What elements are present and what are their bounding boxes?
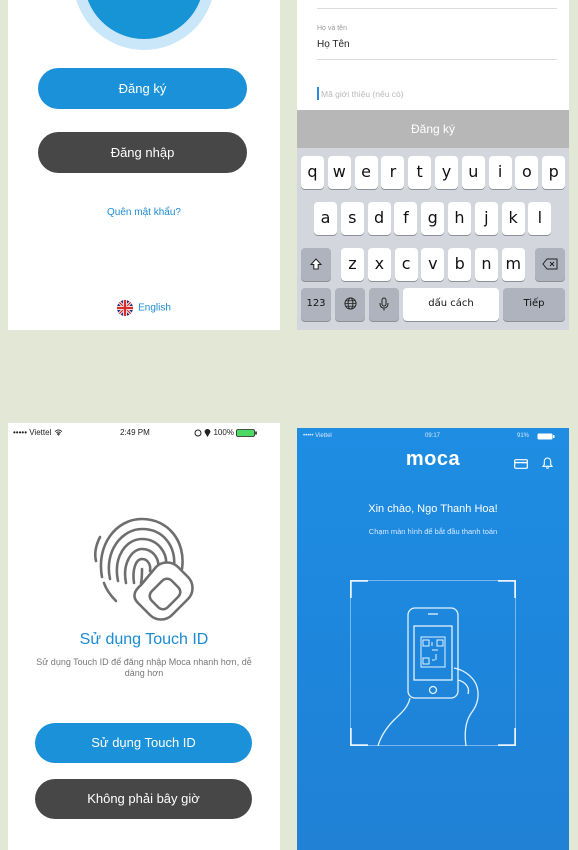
key-h[interactable]: h xyxy=(448,202,471,235)
battery-icon xyxy=(537,433,555,440)
key-v[interactable]: v xyxy=(421,248,445,281)
battery-area: 100% xyxy=(194,428,258,437)
clock-label: 09:17 xyxy=(425,433,441,439)
key-l[interactable]: l xyxy=(528,202,552,235)
register-submit-button[interactable]: Đăng ký xyxy=(297,110,569,148)
app-logo-circle xyxy=(73,0,215,50)
key-e[interactable]: e xyxy=(354,156,378,189)
phone-qr-illustration xyxy=(377,607,479,746)
key-j[interactable]: j xyxy=(474,202,498,235)
key-d[interactable]: d xyxy=(367,202,391,235)
touch-id-title: Sử dụng Touch ID xyxy=(79,631,209,648)
key-z[interactable]: z xyxy=(341,248,364,281)
globe-key[interactable] xyxy=(335,288,365,321)
microphone-key[interactable] xyxy=(369,288,399,321)
key-r[interactable]: r xyxy=(381,156,405,189)
next-key[interactable]: Tiếp xyxy=(503,288,565,321)
shift-icon xyxy=(309,258,323,270)
key-q[interactable]: q xyxy=(301,156,324,189)
key-n[interactable]: n xyxy=(475,248,498,281)
key-s[interactable]: s xyxy=(340,202,364,235)
battery-label: 91% xyxy=(517,433,530,439)
register-screen: Họ và tên Họ Tên Mã giới thiệu (nếu có) … xyxy=(297,0,569,330)
key-w[interactable]: w xyxy=(327,156,351,189)
language-label: English xyxy=(138,302,171,314)
forgot-password-link[interactable]: Quên mật khẩu? xyxy=(8,207,280,218)
key-g[interactable]: g xyxy=(421,202,445,235)
welcome-screen: Đăng ký Đăng nhập Quên mật khẩu? English xyxy=(8,0,280,330)
use-touch-id-button[interactable]: Sử dụng Touch ID xyxy=(35,723,252,763)
globe-icon xyxy=(343,297,357,310)
backspace-key[interactable] xyxy=(535,248,565,281)
key-b[interactable]: b xyxy=(448,248,472,281)
notification-bell-icon[interactable] xyxy=(541,457,554,469)
greeting-text: Xin chào, Ngo Thanh Hoa! xyxy=(368,503,498,515)
fullname-label: Họ và tên xyxy=(317,25,347,32)
key-c[interactable]: c xyxy=(394,248,418,281)
touch-id-description: Sử dụng Touch ID để đăng nhập Moca nhanh… xyxy=(36,657,252,678)
status-bar: ••••• Viettel 2:49 PM 100% xyxy=(8,423,280,443)
carrier-label: ••••• Viettel xyxy=(13,428,63,437)
text-cursor xyxy=(317,87,319,100)
key-t[interactable]: t xyxy=(408,156,432,189)
key-f[interactable]: f xyxy=(394,202,418,235)
previous-field-divider xyxy=(317,8,557,9)
key-p[interactable]: p xyxy=(542,156,566,189)
key-i[interactable]: i xyxy=(488,156,512,189)
key-a[interactable]: a xyxy=(314,202,337,235)
card-icon[interactable] xyxy=(513,459,528,469)
key-y[interactable]: y xyxy=(435,156,458,189)
fullname-field[interactable]: Họ Tên xyxy=(317,39,350,50)
fingerprint-icon xyxy=(93,517,194,621)
referral-code-field[interactable]: Mã giới thiệu (nếu có) xyxy=(321,89,404,99)
register-button[interactable]: Đăng ký xyxy=(38,68,247,109)
status-bar: ••••• Viettel 09:17 91% xyxy=(297,428,569,448)
location-icon xyxy=(204,428,211,437)
login-button[interactable]: Đăng nhập xyxy=(38,132,247,173)
onscreen-keyboard: qwertyuiop asdfghjkl zxcvbnm 123 dấu các… xyxy=(297,148,569,330)
shift-key[interactable] xyxy=(301,248,331,281)
space-key[interactable]: dấu cách xyxy=(403,288,499,321)
tap-hint-text: Chạm màn hình để bắt đầu thanh toán xyxy=(368,527,498,536)
clock-label: 2:49 PM xyxy=(120,428,150,437)
home-screen[interactable]: ••••• Viettel 09:17 91% moca Xin chào, N… xyxy=(297,428,569,850)
backspace-icon xyxy=(542,258,558,270)
carrier-label: ••••• Viettel xyxy=(303,433,332,439)
touch-id-screen: ••••• Viettel 2:49 PM 100% Sử dụng Touch… xyxy=(8,423,280,850)
wifi-icon xyxy=(54,429,62,437)
key-o[interactable]: o xyxy=(515,156,539,189)
header-icons xyxy=(513,456,554,474)
key-x[interactable]: x xyxy=(367,248,391,281)
uk-flag-icon xyxy=(117,300,134,316)
key-m[interactable]: m xyxy=(501,248,525,281)
key-u[interactable]: u xyxy=(461,156,485,189)
language-switch[interactable]: English xyxy=(8,300,280,316)
fullname-divider xyxy=(317,59,557,60)
scan-frame[interactable] xyxy=(350,580,516,746)
microphone-icon xyxy=(379,297,389,311)
numbers-key[interactable]: 123 xyxy=(301,288,331,321)
lock-rotation-icon xyxy=(194,429,202,437)
not-now-button[interactable]: Không phải bây giờ xyxy=(35,779,252,819)
key-k[interactable]: k xyxy=(501,202,525,235)
battery-icon xyxy=(236,428,257,437)
